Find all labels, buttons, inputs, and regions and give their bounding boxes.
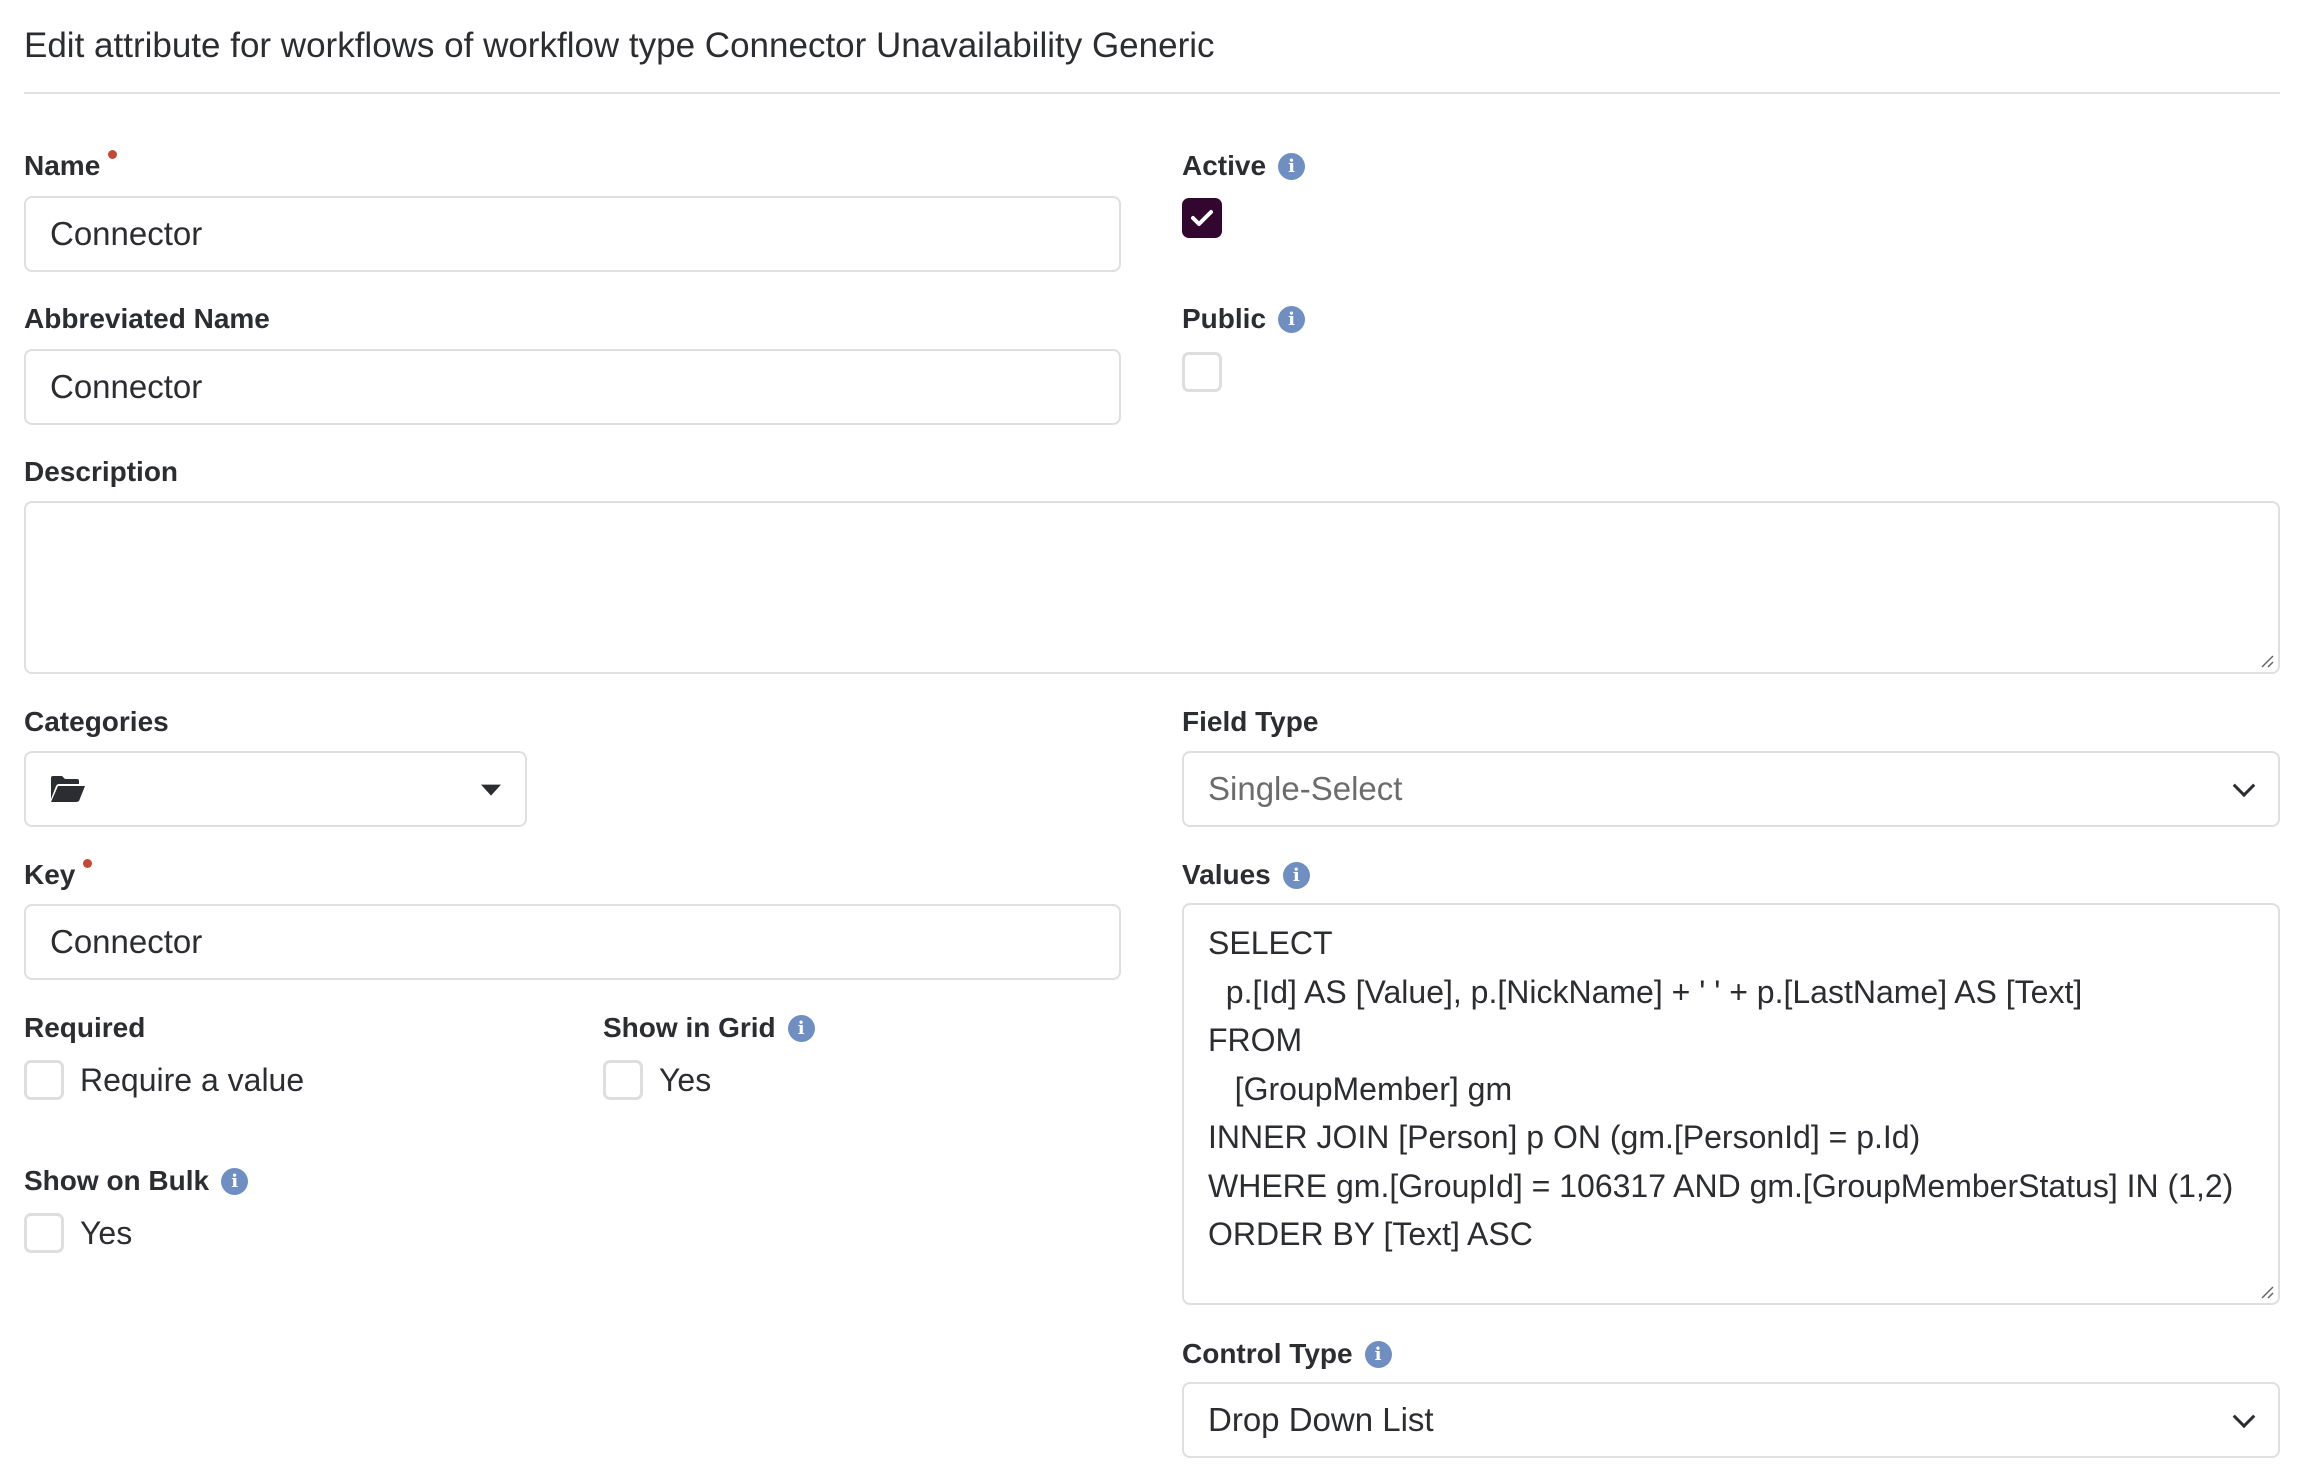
description-textarea[interactable] — [24, 501, 2280, 674]
resize-handle-icon[interactable] — [2260, 654, 2274, 668]
name-input-value: Connector — [50, 215, 203, 252]
name-label: Name — [24, 149, 118, 182]
control-type-value: Drop Down List — [1208, 1401, 1434, 1438]
show-in-grid-option-label[interactable]: Yes — [659, 1062, 711, 1099]
required-label-text: Required — [24, 1012, 146, 1043]
control-type-label-text: Control Type — [1182, 1338, 1353, 1369]
active-checkbox[interactable] — [1182, 198, 1222, 238]
sql-line: FROM — [1208, 1022, 1303, 1058]
show-in-grid-label: Show in Grid i — [603, 1012, 815, 1044]
sql-line: INNER JOIN [Person] p ON (gm.[PersonId] … — [1208, 1119, 1921, 1155]
info-circle-icon[interactable]: i — [1364, 1340, 1392, 1368]
categories-picker[interactable] — [24, 751, 527, 827]
abbreviated-name-label: Abbreviated Name — [24, 303, 270, 335]
public-label: Public i — [1182, 303, 1306, 335]
field-type-select[interactable]: Single-Select — [1182, 751, 2280, 827]
name-label-text: Name — [24, 150, 101, 181]
public-checkbox[interactable] — [1182, 352, 1222, 392]
public-label-text: Public — [1182, 303, 1267, 334]
folder-open-icon — [51, 776, 85, 802]
sql-line: ORDER BY [Text] ASC — [1208, 1216, 1533, 1252]
categories-label: Categories — [24, 706, 169, 738]
name-input[interactable]: Connector — [24, 196, 1121, 272]
values-label: Values i — [1182, 859, 1310, 891]
abbreviated-name-input[interactable]: Connector — [24, 349, 1121, 425]
sql-line: SELECT — [1208, 925, 1333, 961]
page-title: Edit attribute for workflows of workflow… — [24, 26, 1215, 65]
categories-label-text: Categories — [24, 706, 169, 737]
values-label-text: Values — [1182, 859, 1271, 890]
info-circle-icon[interactable]: i — [221, 1167, 249, 1195]
show-on-bulk-label: Show on Bulk i — [24, 1165, 249, 1197]
description-label: Description — [24, 456, 178, 488]
info-circle-icon[interactable]: i — [1278, 305, 1306, 333]
require-value-checkbox[interactable] — [24, 1060, 64, 1100]
required-indicator-icon — [83, 858, 93, 868]
field-type-label: Field Type — [1182, 706, 1318, 738]
caret-down-icon — [481, 784, 501, 796]
required-indicator-icon — [108, 149, 118, 159]
chevron-down-icon — [2232, 1405, 2256, 1429]
resize-handle-icon[interactable] — [2260, 1285, 2274, 1299]
key-label-text: Key — [24, 859, 76, 890]
show-on-bulk-label-text: Show on Bulk — [24, 1165, 210, 1196]
key-input-value: Connector — [50, 923, 203, 960]
required-label: Required — [24, 1012, 145, 1044]
chevron-down-icon — [2232, 774, 2256, 798]
info-circle-icon[interactable]: i — [1278, 152, 1306, 180]
active-label-text: Active — [1182, 150, 1267, 181]
key-input[interactable]: Connector — [24, 904, 1121, 980]
field-type-label-text: Field Type — [1182, 706, 1319, 737]
sql-line: [GroupMember] gm — [1208, 1070, 1513, 1107]
show-in-grid-label-text: Show in Grid — [603, 1012, 776, 1043]
control-type-label: Control Type i — [1182, 1338, 1392, 1370]
checkmark-icon — [1191, 210, 1213, 226]
info-circle-icon[interactable]: i — [787, 1014, 815, 1042]
values-sql-content: SELECT p.[Id] AS [Value], p.[NickName] +… — [1184, 905, 2278, 1273]
title-divider — [24, 92, 2280, 94]
sql-line: p.[Id] AS [Value], p.[NickName] + ' ' + … — [1208, 973, 2083, 1010]
field-type-value: Single-Select — [1208, 770, 1403, 807]
values-textarea[interactable]: SELECT p.[Id] AS [Value], p.[NickName] +… — [1182, 903, 2280, 1305]
show-on-bulk-option-label[interactable]: Yes — [80, 1215, 132, 1252]
key-label: Key — [24, 858, 93, 891]
require-value-label[interactable]: Require a value — [80, 1062, 304, 1099]
abbreviated-name-input-value: Connector — [50, 368, 203, 405]
info-circle-icon[interactable]: i — [1282, 861, 1310, 889]
active-label: Active i — [1182, 150, 1306, 182]
description-label-text: Description — [24, 456, 179, 487]
abbreviated-name-label-text: Abbreviated Name — [24, 303, 270, 334]
show-in-grid-checkbox[interactable] — [603, 1060, 643, 1100]
show-on-bulk-checkbox[interactable] — [24, 1213, 64, 1253]
sql-line: WHERE gm.[GroupId] = 106317 AND gm.[Grou… — [1208, 1167, 2234, 1204]
control-type-select[interactable]: Drop Down List — [1182, 1382, 2280, 1458]
